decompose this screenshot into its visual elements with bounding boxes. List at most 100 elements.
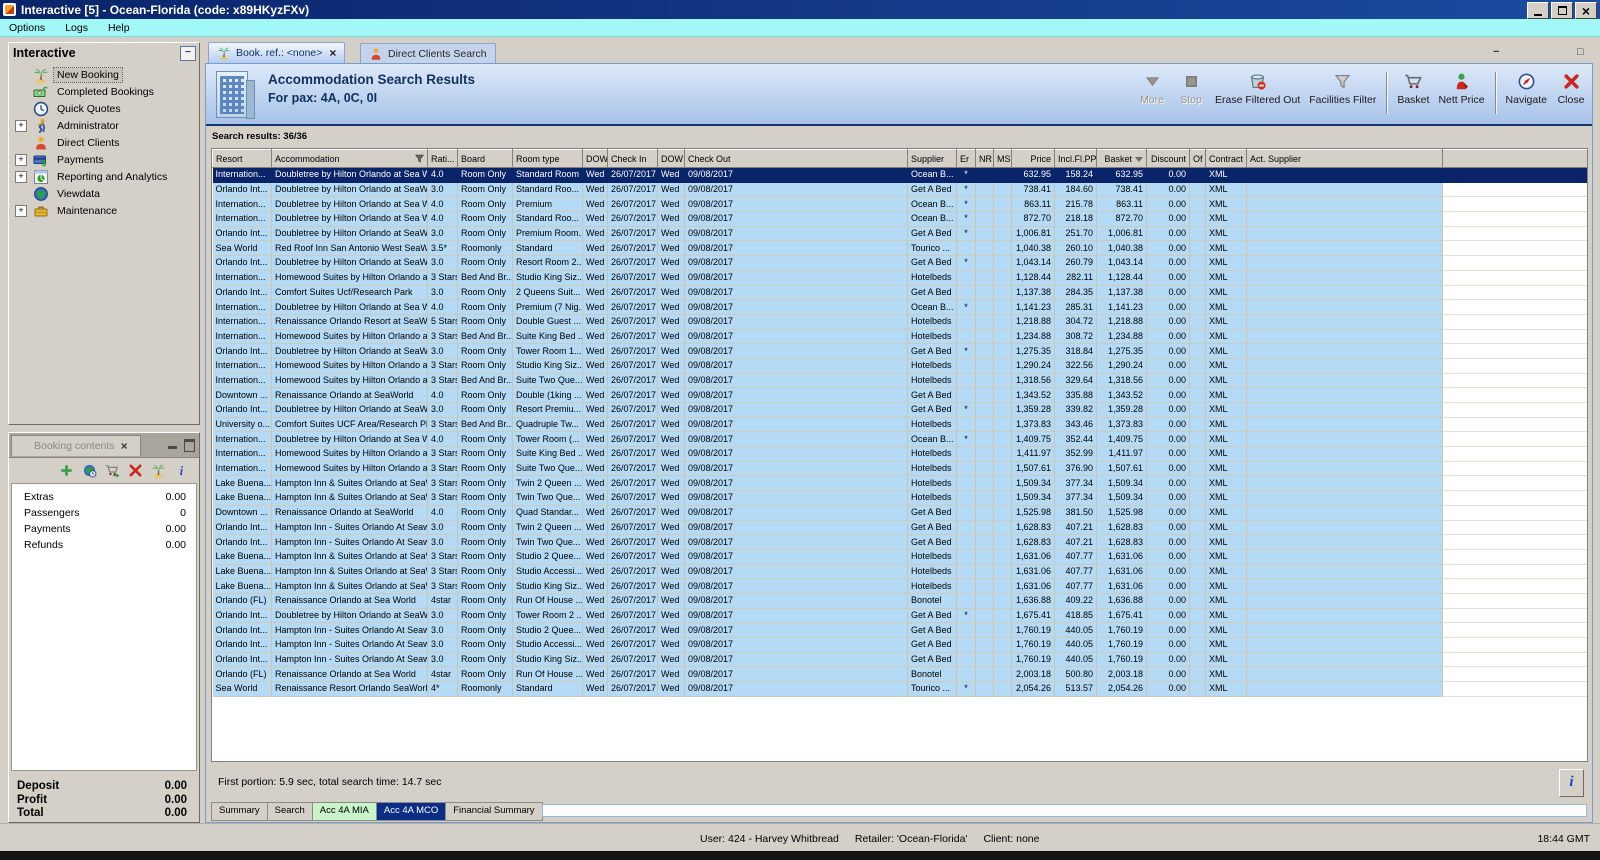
view-tab-search[interactable]: Search [266,802,313,821]
column-header-nr[interactable]: NR [975,149,994,168]
tab-group-maximize-icon[interactable]: □ [1577,46,1584,58]
world-icon[interactable] [82,463,97,478]
table-row[interactable]: Internation... Homewood Suites by Hilton … [212,461,1587,477]
expand-toggle-icon[interactable]: + [15,204,27,217]
info-button[interactable]: i [1559,769,1584,797]
palm-icon[interactable] [151,463,166,478]
column-header-of[interactable]: Of [1189,149,1206,168]
table-row[interactable]: University o... Comfort Suites UCF Area/R… [212,417,1587,433]
expand-toggle-icon[interactable]: + [15,119,27,132]
table-row[interactable]: Orlando Int... Hampton Inn - Suites Orlan… [212,622,1587,638]
column-header-act-supplier[interactable]: Act. Supplier [1246,149,1443,168]
column-header-resort[interactable]: Resort [212,149,272,168]
tab-book-ref-none[interactable]: Book. ref.: <none> × [208,42,346,63]
table-row[interactable]: Sea World Renaissance Resort Orlando SeaW… [212,681,1587,697]
table-row[interactable]: Orlando Int... Doubletree by Hilton Orlan… [212,255,1587,271]
facilities-filter-button[interactable]: Facilities Filter [1309,69,1376,106]
menu-options[interactable]: Options [9,22,45,34]
table-row[interactable]: Lake Buena... Hampton Inn & Suites Orland… [212,564,1587,580]
table-row[interactable]: Orlando Int... Hampton Inn - Suites Orlan… [212,534,1587,550]
sidebar-item-completed-bookings[interactable]: Completed Bookings [9,83,199,100]
close-button[interactable]: Close [1556,69,1586,106]
expand-toggle-icon[interactable]: + [15,170,27,183]
minimize-button[interactable] [1527,2,1549,19]
collapse-panel-button[interactable]: − [180,46,196,61]
add-icon[interactable] [59,463,74,478]
column-header-ms[interactable]: MS [993,149,1012,168]
column-header-check-out[interactable]: Check Out [684,149,908,168]
info-icon[interactable]: i [174,463,189,478]
column-header-board[interactable]: Board [457,149,513,168]
restore-button[interactable] [1551,2,1573,19]
cart-go-icon[interactable] [105,463,120,478]
table-row[interactable]: Orlando Int... Doubletree by Hilton Orlan… [212,608,1587,624]
table-row[interactable]: Orlando Int... Doubletree by Hilton Orlan… [212,402,1587,418]
table-row[interactable]: Internation... Doubletree by Hilton Orlan… [212,167,1587,183]
view-tab-acc-4a-mia[interactable]: Acc 4A MIA [311,802,377,821]
column-header-er[interactable]: Er [956,149,976,168]
table-row[interactable]: Lake Buena... Hampton Inn & Suites Orland… [212,475,1587,492]
table-row[interactable]: Internation... Homewood Suites by Hilton … [212,270,1587,286]
delete-x-icon[interactable] [128,463,143,478]
panel-maximize-icon[interactable] [184,439,195,452]
table-row[interactable]: Internation... Homewood Suites by Hilton … [212,446,1587,462]
table-row[interactable]: Orlando (FL) Renaissance Orlando at Sea W… [212,593,1587,609]
table-row[interactable]: Internation... Homewood Suites by Hilton … [212,373,1587,389]
column-header-price[interactable]: Price [1011,149,1055,168]
sidebar-item-maintenance[interactable]: + Maintenance [9,202,199,219]
column-header-room-type[interactable]: Room type [512,149,583,168]
sidebar-item-administrator[interactable]: + Administrator [9,117,199,134]
view-tab-acc-4a-mco[interactable]: Acc 4A MCO [375,802,447,821]
table-row[interactable]: Internation... Homewood Suites by Hilton … [212,358,1587,374]
table-row[interactable]: Orlando (FL) Renaissance Orlando at Sea W… [212,666,1587,683]
table-row[interactable]: Orlando Int... Comfort Suites Ucf/Researc… [212,285,1587,301]
erase-filtered-out-button[interactable]: Erase Filtered Out [1215,69,1300,106]
sidebar-item-reporting-and-analytics[interactable]: + Reporting and Analytics [9,168,199,185]
column-header-discount[interactable]: Discount [1146,149,1190,168]
column-header-incl-fl-pp[interactable]: Incl.Fl.PP [1054,149,1097,168]
table-row[interactable]: Internation... Doubletree by Hilton Orlan… [212,299,1587,315]
table-row[interactable]: Lake Buena... Hampton Inn & Suites Orland… [212,549,1587,565]
table-row[interactable]: Internation... Homewood Suites by Hilton … [212,329,1587,345]
table-row[interactable]: Internation... Doubletree by Hilton Orlan… [212,431,1587,448]
view-tab-financial-summary[interactable]: Financial Summary [445,802,543,821]
sidebar-item-quick-quotes[interactable]: Quick Quotes [9,100,199,117]
close-tab-icon[interactable]: × [121,439,128,453]
table-row[interactable]: Internation... Doubletree by Hilton Orlan… [212,211,1587,227]
sidebar-item-direct-clients[interactable]: Direct Clients [9,134,199,151]
table-row[interactable]: Orlando Int... Hampton Inn - Suites Orlan… [212,520,1587,536]
sidebar-item-payments[interactable]: + $ Payments [9,151,199,168]
table-row[interactable]: Internation... Doubletree by Hilton Orlan… [212,196,1587,213]
navigate-button[interactable]: Navigate [1506,69,1547,106]
sidebar-item-viewdata[interactable]: Viewdata [9,185,199,202]
table-row[interactable]: Downtown ... Renaissance Orlando at SeaWo… [212,505,1587,521]
close-button[interactable]: × [1575,2,1597,19]
tab-group-minimize-icon[interactable]: − [1493,46,1499,58]
column-header-contract[interactable]: Contract [1205,149,1247,168]
table-row[interactable]: Orlando Int... Hampton Inn - Suites Orlan… [212,637,1587,653]
column-header-accommodation[interactable]: Accommodation [271,149,428,168]
panel-minimize-icon[interactable] [168,446,177,449]
table-row[interactable]: Lake Buena... Hampton Inn & Suites Orland… [212,578,1587,594]
table-row[interactable]: Sea World Red Roof Inn San Antonio West S… [212,240,1587,257]
column-header-dow[interactable]: DOW [657,149,685,168]
nett-price-button[interactable]: Nett Price [1438,69,1485,106]
column-header-dow[interactable]: DOW [582,149,608,168]
booking-contents-tab[interactable]: Booking contents × [11,435,141,456]
column-header-basket[interactable]: Basket [1096,149,1147,168]
column-header-rati[interactable]: Rati... [427,149,458,168]
sidebar-item-new-booking[interactable]: New Booking [9,66,199,83]
filter-funnel-icon[interactable] [414,153,425,164]
close-tab-icon[interactable]: × [329,46,336,60]
table-row[interactable]: Orlando Int... Doubletree by Hilton Orlan… [212,343,1587,359]
table-row[interactable]: Orlando Int... Doubletree by Hilton Orlan… [212,226,1587,242]
table-row[interactable]: Orlando Int... Doubletree by Hilton Orlan… [212,182,1587,198]
tab-direct-clients-search[interactable]: Direct Clients Search [360,43,496,63]
column-header-supplier[interactable]: Supplier [907,149,957,168]
menu-logs[interactable]: Logs [65,22,88,34]
table-row[interactable]: Lake Buena... Hampton Inn & Suites Orland… [212,490,1587,506]
table-row[interactable]: Downtown ... Renaissance Orlando at SeaWo… [212,387,1587,403]
table-row[interactable]: Internation... Renaissance Orlando Resort… [212,314,1587,330]
table-row[interactable]: Orlando Int... Hampton Inn - Suites Orlan… [212,652,1587,668]
view-tab-summary[interactable]: Summary [211,802,268,821]
